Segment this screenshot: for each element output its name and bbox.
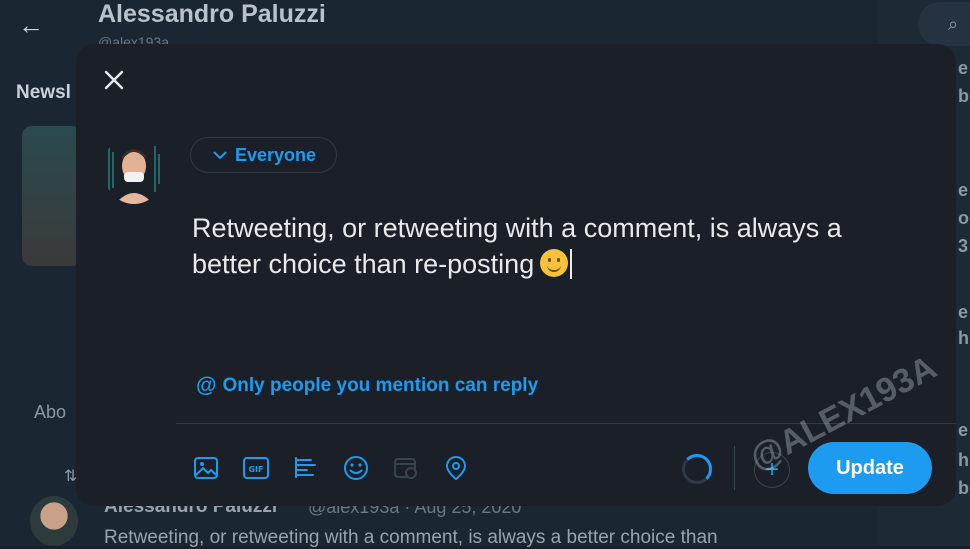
sidebar-text-fragment: h — [958, 450, 969, 470]
search-icon: ⌕ — [948, 14, 959, 34]
tab-newsletters[interactable]: Newsl — [16, 82, 71, 104]
sidebar-text-fragment: 3 — [958, 236, 969, 256]
profile-title: Alessandro Paluzzi — [98, 0, 326, 28]
at-sign-icon: @ — [196, 374, 217, 397]
compose-text-line: better choice than re-posting — [192, 249, 535, 279]
poll-icon[interactable] — [292, 454, 320, 482]
search-input[interactable] — [918, 2, 970, 46]
compose-text-line: Retweeting, or retweeting with a comment… — [192, 213, 842, 243]
back-arrow-icon[interactable]: ← — [18, 10, 44, 41]
newsletter-card-image — [22, 126, 82, 266]
image-icon[interactable] — [192, 454, 220, 482]
divider — [734, 446, 735, 490]
audience-label: Everyone — [235, 144, 317, 165]
schedule-icon[interactable] — [392, 454, 420, 482]
audience-selector[interactable]: Everyone — [190, 137, 338, 173]
avatar[interactable] — [103, 134, 165, 204]
text-cursor — [570, 249, 573, 279]
reply-settings-button[interactable]: @ Only people you mention can reply — [196, 374, 538, 398]
sidebar-text-fragment: e — [958, 302, 969, 322]
sidebar-text-fragment: b — [958, 478, 969, 498]
sidebar-text-fragment: e — [958, 58, 969, 78]
svg-text:GIF: GIF — [248, 465, 263, 474]
sidebar-text-fragment: h — [958, 328, 969, 348]
character-count-ring — [682, 454, 712, 484]
close-icon[interactable] — [102, 68, 126, 92]
smile-emoji-icon — [540, 249, 569, 277]
avatar[interactable] — [30, 496, 78, 546]
compose-toolbar: GIF — [192, 454, 470, 482]
location-icon[interactable] — [442, 454, 470, 482]
sidebar-text-fragment: e — [958, 420, 969, 440]
compose-textarea[interactable]: Retweeting, or retweeting with a comment… — [192, 210, 932, 282]
update-button[interactable]: Update — [808, 442, 932, 494]
gif-icon[interactable]: GIF — [242, 454, 270, 482]
emoji-icon[interactable] — [342, 454, 370, 482]
reply-settings-label: Only people you mention can reply — [222, 375, 539, 396]
sidebar-text-fragment: o — [958, 208, 969, 228]
chevron-down-icon — [213, 151, 227, 160]
sidebar-text-fragment: e — [958, 180, 969, 200]
sidebar-text-fragment: b — [958, 86, 969, 106]
about-label: Abo — [34, 402, 67, 422]
